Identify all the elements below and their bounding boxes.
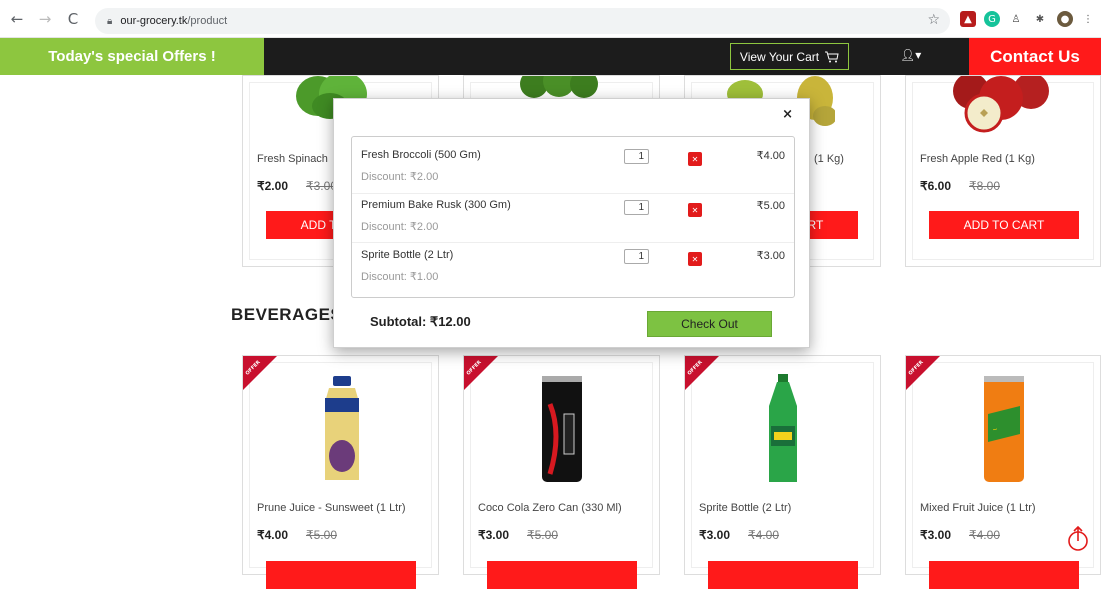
add-to-cart-button[interactable]: [487, 561, 637, 589]
cart-item-price: ₹3.00: [756, 250, 785, 262]
offer-ribbon: OFFER: [685, 356, 719, 390]
product-old-price: ₹5.00: [527, 528, 558, 542]
product-name[interactable]: Prune Juice - Sunsweet (1 Ltr): [257, 502, 406, 514]
cart-item-name: Sprite Bottle (2 Ltr): [361, 249, 454, 261]
quantity-input[interactable]: 1: [624, 200, 649, 215]
remove-item-icon[interactable]: ✕: [688, 152, 702, 166]
lock-icon: 🔒︎: [107, 15, 113, 27]
cart-item-row: Premium Bake Rusk (300 Gm) Discount: ₹2.…: [352, 193, 794, 242]
view-cart-button[interactable]: View Your Cart: [730, 43, 849, 70]
product-name[interactable]: Coco Cola Zero Can (330 Ml): [478, 502, 622, 514]
product-name[interactable]: Fresh Spinach: [257, 153, 328, 165]
remove-item-icon[interactable]: ✕: [688, 252, 702, 266]
add-to-cart-button[interactable]: [929, 561, 1079, 589]
product-name[interactable]: Fresh Apple Red (1 Kg): [920, 153, 1035, 165]
product-price: ₹6.00: [920, 179, 951, 193]
offer-ribbon: OFFER: [243, 356, 277, 390]
checkout-button[interactable]: Check Out: [647, 311, 772, 337]
product-price: ₹3.00: [920, 528, 951, 542]
close-icon[interactable]: ×: [782, 107, 793, 122]
cart-modal: × Fresh Broccoli (500 Gm) Discount: ₹2.0…: [333, 98, 810, 348]
product-price: ₹2.00: [257, 179, 288, 193]
product-name[interactable]: Mixed Fruit Juice (1 Ltr): [920, 502, 1036, 514]
add-to-cart-button[interactable]: ADD TO CART: [929, 211, 1079, 239]
add-to-cart-button[interactable]: [708, 561, 858, 589]
apple-image: [953, 76, 1049, 133]
cart-item-discount: Discount: ₹1.00: [361, 271, 439, 283]
cart-item-row: Sprite Bottle (2 Ltr) Discount: ₹1.00 1 …: [352, 242, 794, 291]
product-old-price: ₹8.00: [969, 179, 1000, 193]
user-menu-icon[interactable]: 👤︎▾: [900, 48, 921, 62]
remove-item-icon[interactable]: ✕: [688, 203, 702, 217]
mirinda-can-image: ~: [984, 376, 1024, 482]
offer-ribbon: OFFER: [906, 356, 940, 390]
puzzle-extension-icon[interactable]: ✱: [1032, 11, 1048, 27]
cart-icon: [825, 51, 839, 62]
profile-avatar-icon[interactable]: ●: [1057, 11, 1073, 27]
bookmark-star-icon[interactable]: ☆: [927, 12, 940, 28]
product-price: ₹4.00: [257, 528, 288, 542]
product-name[interactable]: Sprite Bottle (2 Ltr): [699, 502, 791, 514]
quantity-input[interactable]: 1: [624, 249, 649, 264]
section-title: BEVERAGES: [231, 305, 343, 324]
prune-juice-image: [325, 376, 359, 480]
quantity-input[interactable]: 1: [624, 149, 649, 164]
sprite-bottle-image: [769, 374, 797, 482]
grammarly-extension-icon[interactable]: G: [984, 11, 1000, 27]
contact-us-button[interactable]: Contact Us: [969, 38, 1101, 75]
forward-icon[interactable]: →: [34, 8, 56, 30]
extension-icon[interactable]: ♙: [1008, 11, 1024, 27]
product-price: ₹3.00: [478, 528, 509, 542]
url-host: our-grocery.tk: [120, 15, 188, 27]
address-bar[interactable]: 🔒︎ our-grocery.tk/product ☆: [95, 8, 950, 34]
cart-item-discount: Discount: ₹2.00: [361, 171, 439, 183]
product-card: OFFER Sprite Bottle (2 Ltr) ₹3.00 ₹4.00: [684, 355, 881, 589]
product-price: ₹3.00: [699, 528, 730, 542]
offer-ribbon: OFFER: [464, 356, 498, 390]
scroll-to-top-icon[interactable]: [1067, 526, 1089, 552]
url-path: /product: [187, 15, 228, 27]
product-card: OFFER Coco Cola Zero Can (330 Ml) ₹3.00 …: [463, 355, 660, 589]
product-old-price: ₹4.00: [748, 528, 779, 542]
cart-item-name: Premium Bake Rusk (300 Gm): [361, 199, 511, 211]
reload-icon[interactable]: C: [62, 8, 84, 30]
product-old-price: ₹4.00: [969, 528, 1000, 542]
back-icon[interactable]: ←: [6, 8, 28, 30]
product-card: Fresh Apple Red (1 Kg) ₹6.00 ₹8.00 ADD T…: [905, 75, 1101, 267]
top-navbar: Today's special Offers ! View Your Cart …: [0, 38, 1101, 75]
add-to-cart-button[interactable]: [266, 561, 416, 589]
product-name[interactable]: (1 Kg): [814, 153, 844, 165]
cart-item-price: ₹4.00: [756, 150, 785, 162]
browser-toolbar: ← → C 🔒︎ our-grocery.tk/product ☆ ▲ G ♙ …: [0, 0, 1101, 38]
special-offers-banner[interactable]: Today's special Offers !: [0, 38, 264, 75]
view-cart-label: View Your Cart: [739, 49, 820, 64]
cart-subtotal: Subtotal: ₹12.00: [370, 314, 471, 329]
product-old-price: ₹5.00: [306, 528, 337, 542]
cart-items-list: Fresh Broccoli (500 Gm) Discount: ₹2.00 …: [351, 136, 795, 298]
cart-item-discount: Discount: ₹2.00: [361, 221, 439, 233]
pdf-extension-icon[interactable]: ▲: [960, 11, 976, 27]
coke-zero-can-image: [542, 376, 582, 482]
cart-item-row: Fresh Broccoli (500 Gm) Discount: ₹2.00 …: [352, 137, 794, 186]
cart-item-price: ₹5.00: [756, 200, 785, 212]
browser-menu-icon[interactable]: ⋮: [1083, 11, 1093, 27]
product-card: OFFER Prune Juice - Sunsweet (1 Ltr) ₹4.…: [242, 355, 439, 589]
cart-item-name: Fresh Broccoli (500 Gm): [361, 149, 481, 161]
